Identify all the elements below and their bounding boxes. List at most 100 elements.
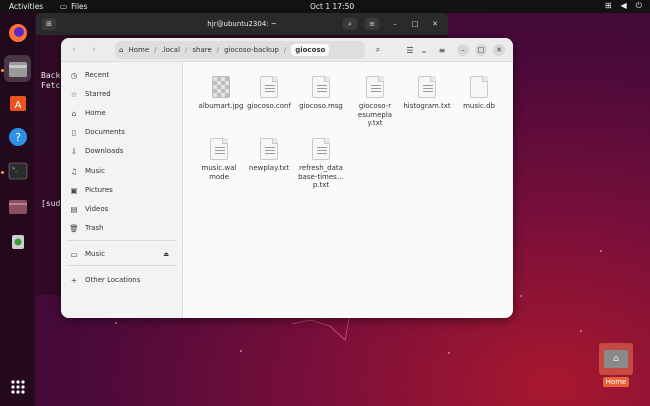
sidebar-item-home[interactable]: ⌂ Home (61, 104, 183, 122)
firefox-launcher[interactable] (4, 19, 31, 46)
crumb-local[interactable]: .local (161, 46, 180, 54)
terminal-launcher[interactable]: >_ (4, 157, 31, 184)
crumb-home[interactable]: Home (128, 46, 149, 54)
sidebar: ◷ Recent ☆ Starred ⌂ Home ▯ Documents ⇩ … (61, 62, 183, 318)
files-icon (8, 61, 27, 77)
file-item[interactable]: giocoso.msg (295, 76, 347, 111)
clock-icon: ◷ (70, 70, 78, 80)
forward-button[interactable]: › (87, 43, 101, 57)
file-item[interactable]: giocoso.conf (243, 76, 295, 111)
terminal-title: hjr@ubuntu2304: ~ (207, 20, 277, 28)
star-icon: ☆ (70, 89, 78, 99)
menu-icon[interactable]: ≡ (435, 43, 449, 57)
sidebar-item-starred[interactable]: ☆ Starred (61, 85, 183, 103)
sidebar-item-music[interactable]: ♫ Music (61, 162, 183, 180)
chevron-down-icon[interactable]: ⌄ (417, 43, 431, 57)
sidebar-item-trash[interactable]: 🗑 Trash (61, 219, 183, 237)
crumb-giocoso[interactable]: giocoso (291, 44, 330, 56)
power-icon[interactable]: ⏻ (636, 1, 642, 11)
search-icon[interactable]: ⌕ (371, 43, 385, 57)
text-file-icon (210, 138, 228, 160)
files-window-launcher[interactable] (4, 193, 31, 220)
show-apps-button[interactable] (4, 373, 31, 400)
maximize-button[interactable]: □ (475, 44, 487, 56)
back-button[interactable]: ‹ (67, 43, 81, 57)
terminal-header[interactable]: ⊞ hjr@ubuntu2304: ~ ⌕ ≡ – □ ✕ (36, 13, 448, 35)
top-bar: Activities ▭ Files Oct 1 17:50 ⊞ ◀ ⏻ (0, 0, 650, 13)
wallpaper-star (600, 250, 602, 252)
trash-launcher[interactable] (4, 227, 31, 254)
files-window[interactable]: ‹ › ⌂ Home / .local / share / giocoso-ba… (61, 38, 513, 318)
crumb-share[interactable]: share (192, 46, 211, 54)
text-file-icon (418, 76, 436, 98)
text-file-icon (312, 138, 330, 160)
new-tab-icon[interactable]: ⊞ (42, 18, 56, 30)
minimize-icon[interactable]: – (388, 18, 402, 30)
file-item[interactable]: newplay.txt (243, 138, 295, 173)
close-icon[interactable]: ✕ (428, 18, 442, 30)
text-file-icon (260, 76, 278, 98)
plus-icon: + (70, 275, 78, 285)
sidebar-item-other-locations[interactable]: + Other Locations (61, 271, 183, 289)
app-name: Files (71, 2, 88, 11)
sidebar-item-pictures[interactable]: ▣ Pictures (61, 181, 183, 199)
clock[interactable]: Oct 1 17:50 (310, 2, 354, 11)
file-item[interactable]: music.walmode (193, 138, 245, 181)
picture-icon: ▣ (70, 185, 78, 195)
search-icon[interactable]: ⌕ (343, 18, 357, 30)
download-icon: ⇩ (70, 146, 78, 156)
terminal-line: Fetc (41, 81, 61, 90)
network-icon[interactable]: ⊞ (605, 1, 612, 11)
home-icon: ⌂ (71, 108, 77, 118)
folder-icon: ▭ (60, 2, 68, 11)
software-launcher[interactable]: A (4, 89, 31, 116)
path-bar[interactable]: ⌂ Home / .local / share / giocoso-backup… (115, 41, 365, 59)
files-launcher[interactable] (4, 55, 31, 82)
terminal-icon: >_ (8, 162, 27, 179)
sidebar-item-recent[interactable]: ◷ Recent (61, 66, 183, 84)
wallpaper-star (580, 330, 582, 332)
music-icon: ♫ (70, 166, 78, 176)
sidebar-item-videos[interactable]: ▤ Videos (61, 200, 183, 218)
wallpaper-star (520, 295, 522, 297)
volume-icon[interactable]: ◀ (621, 1, 627, 11)
image-file-icon (212, 76, 230, 98)
svg-text:A: A (14, 100, 21, 111)
desktop-home-icon[interactable]: ⌂ Home (598, 343, 634, 387)
desktop-home-label: Home (602, 377, 630, 387)
text-file-icon (366, 76, 384, 98)
home-folder-icon: ⌂ (599, 343, 633, 375)
sidebar-item-music-drive[interactable]: ▭ Music ⏏ (61, 245, 183, 263)
file-item[interactable]: giocoso-resumeplay.txt (349, 76, 401, 128)
app-menu[interactable]: ▭ Files (60, 2, 88, 11)
svg-text:?: ? (15, 131, 21, 144)
file-item[interactable]: albumart.jpg (195, 76, 247, 111)
list-view-icon[interactable]: ☰ (403, 43, 417, 57)
close-button[interactable]: ✕ (493, 44, 505, 56)
help-launcher[interactable]: ? (4, 123, 31, 150)
home-icon: ⌂ (119, 46, 124, 54)
eject-icon[interactable]: ⏏ (163, 251, 169, 258)
wallpaper-star (448, 352, 450, 354)
crumb-giocoso-backup[interactable]: giocoso-backup (224, 46, 279, 54)
file-item[interactable]: histogram.txt (401, 76, 453, 111)
sidebar-item-documents[interactable]: ▯ Documents (61, 123, 183, 141)
minimize-button[interactable]: – (457, 44, 469, 56)
maximize-icon[interactable]: □ (408, 18, 422, 30)
system-tray[interactable]: ⊞ ◀ ⏻ (605, 1, 642, 11)
menu-icon[interactable]: ≡ (365, 18, 379, 30)
file-item[interactable]: music.db (453, 76, 505, 111)
file-grid: albumart.jpg giocoso.conf giocoso.msg gi… (183, 62, 513, 318)
home-icon: ⌂ (604, 350, 628, 368)
document-icon: ▯ (71, 127, 77, 137)
sidebar-item-downloads[interactable]: ⇩ Downloads (61, 142, 183, 160)
activities-button[interactable]: Activities (9, 2, 43, 11)
terminal-line: Back (41, 71, 61, 80)
trash-icon: 🗑 (69, 223, 79, 233)
wallpaper-star (240, 350, 242, 352)
sidebar-divider (67, 265, 177, 266)
drive-icon: ▭ (70, 249, 78, 259)
file-item[interactable]: refresh_database-times…p.txt (295, 138, 347, 190)
text-file-icon (260, 138, 278, 160)
dock: A ? >_ (0, 13, 35, 406)
